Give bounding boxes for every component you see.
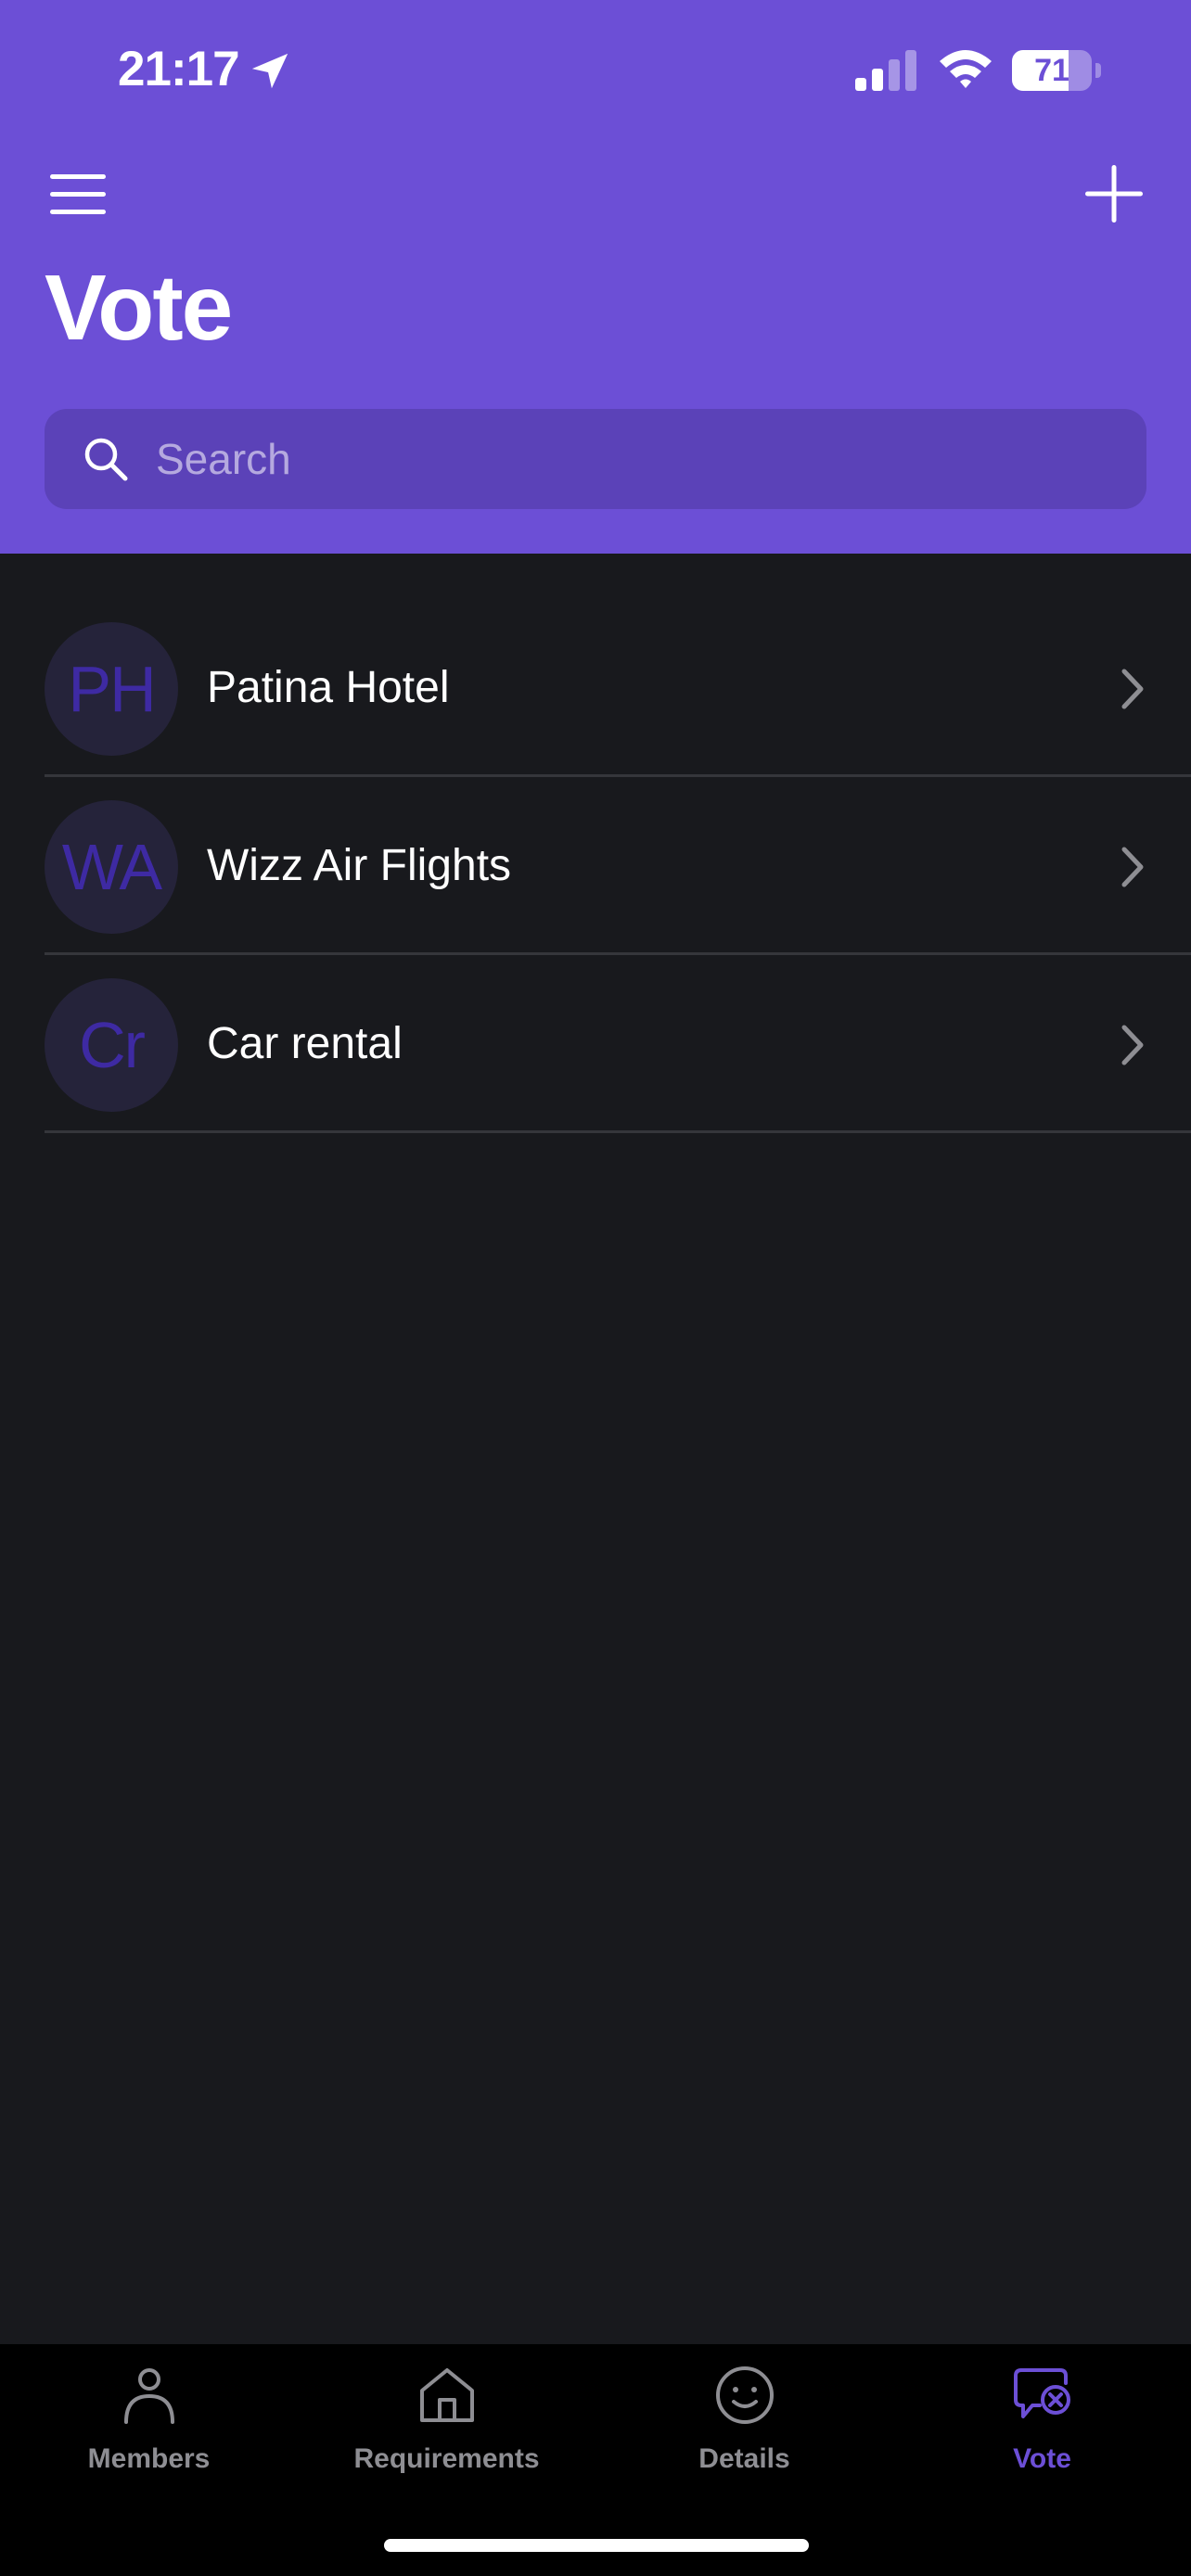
search-icon	[84, 438, 128, 481]
tab-label: Members	[87, 2443, 211, 2474]
page-title: Vote	[45, 256, 233, 360]
cellular-signal-icon	[855, 50, 916, 91]
battery-body: 71	[1012, 50, 1092, 91]
tab-vote[interactable]: Vote	[893, 2344, 1191, 2502]
home-indicator[interactable]	[384, 2539, 809, 2552]
search-input[interactable]	[156, 409, 1121, 509]
tab-label: Vote	[1013, 2443, 1071, 2474]
chevron-right-icon	[1121, 1025, 1144, 1065]
divider	[45, 1130, 1191, 1133]
chevron-right-icon	[1121, 669, 1144, 709]
plus-icon[interactable]	[1080, 159, 1148, 228]
location-arrow-icon	[251, 53, 288, 89]
person-icon	[124, 2368, 174, 2424]
list-item-label: Patina Hotel	[207, 663, 450, 712]
battery-percentage: 71	[1034, 53, 1069, 88]
vote-bubble-icon	[1014, 2368, 1070, 2418]
list-item-patina-hotel[interactable]: PH Patina Hotel	[0, 599, 1191, 777]
list-item-label: Car rental	[207, 1019, 403, 1068]
battery-indicator: 71	[1012, 50, 1101, 91]
house-icon	[420, 2368, 474, 2422]
chevron-right-icon	[1121, 847, 1144, 887]
list-item-car-rental[interactable]: Cr Car rental	[0, 955, 1191, 1133]
avatar: WA	[45, 800, 178, 934]
header: 21:17 71 Vote Search	[0, 0, 1191, 554]
search-bar[interactable]	[45, 409, 1146, 509]
smiley-icon	[716, 2366, 774, 2424]
avatar: PH	[45, 622, 178, 756]
tab-label: Details	[698, 2443, 790, 2474]
hamburger-menu-icon[interactable]	[45, 165, 111, 223]
tab-label: Requirements	[353, 2443, 540, 2474]
list-item-wizz-air-flights[interactable]: WA Wizz Air Flights	[0, 777, 1191, 955]
battery-tip	[1095, 63, 1101, 78]
tab-requirements[interactable]: Requirements	[298, 2344, 596, 2502]
vote-screen: 21:17 71 Vote Search PH Patina Hotel WA …	[0, 0, 1191, 2576]
avatar: Cr	[45, 978, 178, 1112]
tab-members[interactable]: Members	[0, 2344, 298, 2502]
vote-list: PH Patina Hotel WA Wizz Air Flights Cr C…	[0, 599, 1191, 1133]
tab-details[interactable]: Details	[596, 2344, 893, 2502]
status-time: 21:17	[118, 42, 240, 96]
list-item-label: Wizz Air Flights	[207, 841, 512, 890]
wifi-icon	[940, 50, 992, 88]
